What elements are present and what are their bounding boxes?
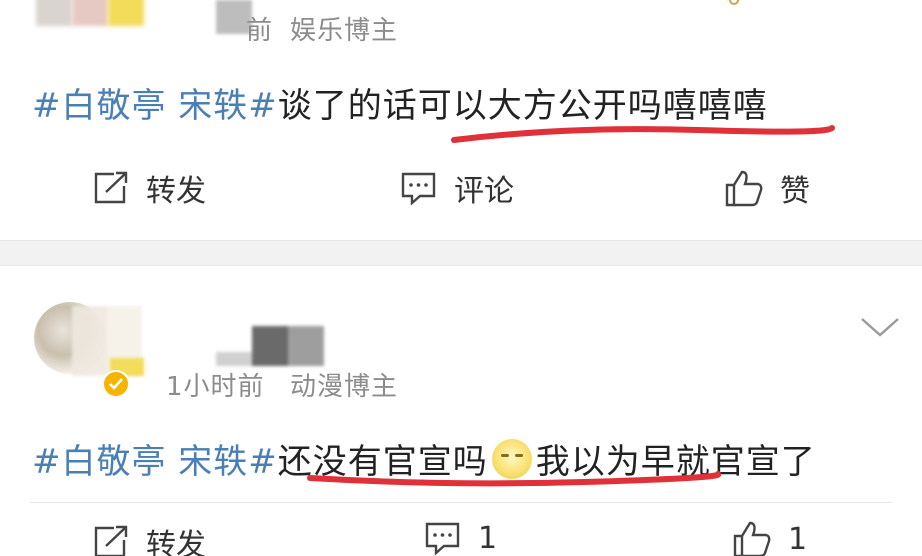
- comment-icon: [425, 522, 460, 556]
- hashtag-link[interactable]: #白敬亭 宋轶#: [32, 86, 278, 126]
- red-underline: [307, 471, 722, 487]
- repost-button[interactable]: 转发: [92, 166, 206, 210]
- hashtag-link[interactable]: #白敬亭 宋轶#: [32, 442, 278, 482]
- like-label: 赞: [780, 174, 810, 209]
- repost-icon: [94, 525, 128, 556]
- weibo-post-2: 1小时前 动漫博主 #白敬亭 宋轶#还没有官宣吗 我以为早就官宣了 转发 1 1: [0, 266, 922, 556]
- like-icon: [733, 521, 771, 556]
- post-time: 前: [246, 16, 274, 46]
- comment-icon: [401, 172, 436, 206]
- chevron-down-icon[interactable]: [860, 316, 900, 338]
- weibo-post-1: 前 娱乐博主 #白敬亭 宋轶#谈了的话可以大方公开吗嘻嘻嘻 转发 评论 赞: [0, 0, 922, 240]
- like-icon: [725, 170, 763, 207]
- verified-badge-icon: [102, 370, 130, 398]
- repost-label: 转发: [146, 528, 206, 556]
- avatar-blurred[interactable]: [36, 0, 146, 38]
- like-button[interactable]: 赞: [724, 166, 810, 210]
- comment-button[interactable]: 评论: [400, 166, 514, 210]
- post-separator: [0, 240, 922, 266]
- divider: [30, 502, 892, 503]
- red-underline: [451, 125, 835, 143]
- like-button[interactable]: 1: [732, 520, 807, 556]
- comment-label: 评论: [454, 174, 514, 209]
- author-category: 动漫博主: [290, 372, 399, 402]
- like-count: 1: [788, 521, 808, 556]
- repost-icon: [94, 171, 128, 204]
- author-category: 娱乐博主: [290, 16, 399, 46]
- comment-count: 1: [478, 520, 498, 556]
- username-blurred[interactable]: [216, 326, 326, 366]
- post-actions: 转发 1 1: [0, 520, 922, 556]
- repost-label: 转发: [146, 174, 206, 209]
- post-time: 1小时前: [166, 372, 265, 402]
- post-actions: 转发 评论 赞: [0, 166, 922, 226]
- repost-button[interactable]: 转发: [92, 520, 206, 556]
- badge-icon: [725, 0, 742, 5]
- comment-button[interactable]: 1: [424, 520, 497, 556]
